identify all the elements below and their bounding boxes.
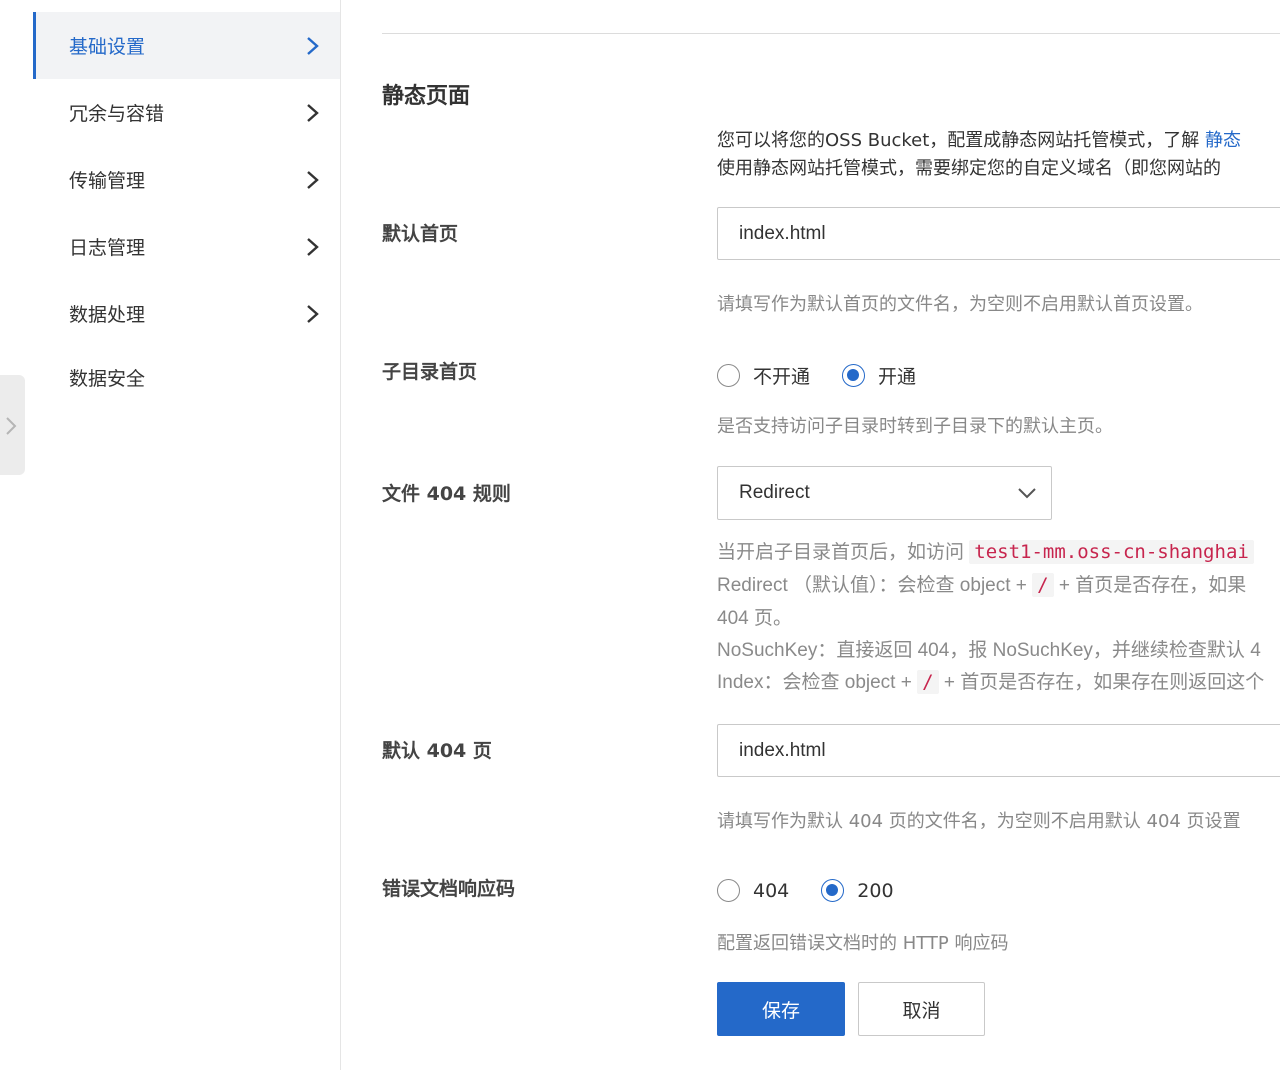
sidebar-item-basic-settings[interactable]: 基础设置 <box>33 12 340 79</box>
default-index-label: 默认首页 <box>382 223 459 245</box>
subdir-index-option-off[interactable]: 不开通 <box>717 362 810 389</box>
sidebar-item-label: 数据处理 <box>69 304 146 326</box>
file-404-rule-label: 文件 404 规则 <box>382 483 511 505</box>
radio-circle-checked[interactable] <box>821 879 845 902</box>
default-index-help: 请填写作为默认首页的文件名，为空则不启用默认首页设置。 <box>717 294 1203 315</box>
sidebar-item-label: 冗余与容错 <box>69 103 165 125</box>
main-content: 静态页面 您可以将您的OSS Bucket，配置成静态网站托管模式，了解 静态 … <box>341 0 1280 1070</box>
cancel-button[interactable]: 取消 <box>858 982 985 1036</box>
default-404-input[interactable] <box>717 724 1280 777</box>
error-code-option-404[interactable]: 404 <box>717 879 789 902</box>
slash-code: / <box>917 670 939 694</box>
section-description-line2: 使用静态网站托管模式，需要绑定您的自定义域名（即您网站的 <box>717 158 1221 179</box>
subdir-index-label: 子目录首页 <box>382 361 478 383</box>
file-404-rule-help-line4: NoSuchKey：直接返回 404，报 NoSuchKey，并继续检查默认 4 <box>717 640 1261 661</box>
file-404-rule-select[interactable]: Redirect <box>717 466 1052 520</box>
subdir-index-radio-group: 不开通 开通 <box>717 362 948 389</box>
section-title: 静态页面 <box>382 84 471 109</box>
chevron-down-icon <box>1018 488 1036 499</box>
sidebar-item-logs[interactable]: 日志管理 <box>33 213 340 280</box>
sidebar-item-redundancy[interactable]: 冗余与容错 <box>33 79 340 146</box>
sidebar-collapse-toggle[interactable] <box>0 375 25 475</box>
error-code-help: 配置返回错误文档时的 HTTP 响应码 <box>717 933 1009 954</box>
radio-circle[interactable] <box>717 364 740 387</box>
sidebar-item-label: 基础设置 <box>69 36 146 58</box>
file-404-rule-help-line1: 当开启子目录首页后，如访问 test1-mm.oss-cn-shanghai <box>717 537 1254 564</box>
radio-circle[interactable] <box>717 879 740 902</box>
slash-code: / <box>1032 573 1054 597</box>
sidebar-item-data-security[interactable]: 数据安全 <box>33 347 340 407</box>
chevron-right-icon <box>307 36 319 55</box>
file-404-rule-help-line2: Redirect （默认值）：会检查 object + / + 首页是否存在，如… <box>717 573 1247 597</box>
chevron-right-icon <box>307 103 319 122</box>
section-description: 您可以将您的OSS Bucket，配置成静态网站托管模式，了解 静态 <box>717 130 1242 151</box>
sidebar-item-label: 传输管理 <box>69 170 146 192</box>
sidebar: 基础设置 冗余与容错 传输管理 日志管理 数据处理 数据安全 <box>0 0 341 1070</box>
chevron-right-icon <box>307 170 319 189</box>
save-button[interactable]: 保存 <box>717 982 845 1036</box>
error-code-option-200[interactable]: 200 <box>821 879 894 902</box>
file-404-rule-help-line3: 404 页。 <box>717 608 792 629</box>
divider <box>382 33 1280 34</box>
error-code-radio-group: 404 200 <box>717 879 926 902</box>
static-website-doc-link[interactable]: 静态 <box>1205 130 1241 151</box>
chevron-right-icon <box>6 417 17 435</box>
sidebar-item-label: 数据安全 <box>69 367 146 390</box>
subdir-index-help: 是否支持访问子目录时转到子目录下的默认主页。 <box>717 416 1113 437</box>
sidebar-item-data-processing[interactable]: 数据处理 <box>33 280 340 347</box>
sidebar-item-label: 日志管理 <box>69 237 146 259</box>
sidebar-item-transfer[interactable]: 传输管理 <box>33 146 340 213</box>
file-404-rule-help-line5: Index：会检查 object + / + 首页是否存在，如果存在则返回这个 <box>717 670 1265 694</box>
default-404-help: 请填写作为默认 404 页的文件名，为空则不启用默认 404 页设置 <box>717 811 1241 832</box>
example-url-code: test1-mm.oss-cn-shanghai <box>969 540 1254 564</box>
radio-circle-checked[interactable] <box>842 364 866 387</box>
chevron-right-icon <box>307 237 319 256</box>
subdir-index-option-on[interactable]: 开通 <box>842 362 916 389</box>
default-404-label: 默认 404 页 <box>382 740 492 762</box>
chevron-right-icon <box>307 304 319 323</box>
error-code-label: 错误文档响应码 <box>382 878 516 900</box>
sidebar-nav: 基础设置 冗余与容错 传输管理 日志管理 数据处理 数据安全 <box>33 12 340 407</box>
default-index-input[interactable] <box>717 207 1280 260</box>
